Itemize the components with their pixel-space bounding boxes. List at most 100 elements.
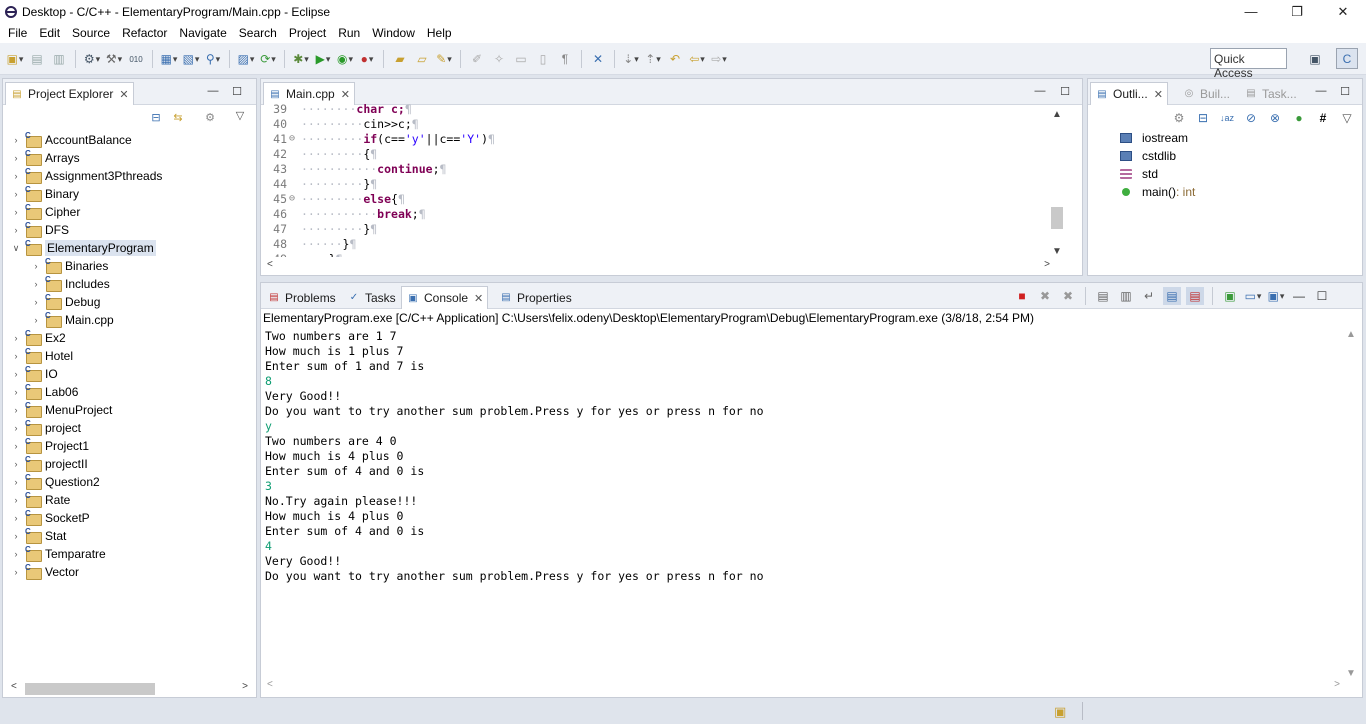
tree-item[interactable]: › Hotel [9,347,162,365]
minimize-view-icon[interactable]: — [1033,85,1047,97]
tree-item[interactable]: ∨ ElementaryProgram [9,239,162,257]
scroll-left-icon[interactable]: < [267,259,273,270]
tab-problems[interactable]: ▤ Problems [263,286,340,309]
pin-console-icon[interactable]: ▣ [1221,287,1239,305]
code-line[interactable]: 47 ·········} ¶ [261,221,1052,236]
menu-window[interactable]: Window [366,26,421,40]
show-on-output-icon[interactable]: ▤ [1163,287,1181,305]
external-tools-icon[interactable]: ● [358,50,376,68]
code-line[interactable]: 48 ······} ¶ [261,236,1052,251]
fold-toggle-icon[interactable]: ⊖ [289,133,301,144]
outline-collapse-icon[interactable]: ⊟ [1194,109,1212,127]
collapse-all-icon[interactable]: ⊟ [149,111,163,124]
view-menu-icon[interactable]: ▽ [1338,109,1356,127]
code-line[interactable]: 43 ··········· continue; ¶ [261,161,1052,176]
word-wrap-icon[interactable]: ▯ [534,50,552,68]
editor-horizontal-scrollbar[interactable]: < > [265,259,1052,273]
tree-item[interactable]: › IO [9,365,162,383]
chevron-right-icon[interactable]: › [9,477,23,487]
new-icon[interactable]: ▣ [6,50,24,68]
chevron-right-icon[interactable]: › [9,423,23,433]
tree-item[interactable]: › Temparatre [9,545,162,563]
menu-file[interactable]: File [2,26,33,40]
menu-project[interactable]: Project [283,26,332,40]
tree-item[interactable]: › Lab06 [9,383,162,401]
chevron-right-icon[interactable]: › [9,351,23,361]
scroll-up-icon[interactable]: ▲ [1346,329,1356,340]
close-icon[interactable]: ✕ [341,88,350,101]
filters-icon[interactable]: ⚙ [203,111,217,124]
chevron-right-icon[interactable]: › [29,315,43,325]
chevron-right-icon[interactable]: › [9,549,23,559]
scroll-down-icon[interactable]: ▼ [1346,668,1356,679]
tree-item[interactable]: › AccountBalance [9,131,162,149]
chevron-right-icon[interactable]: › [9,207,23,217]
minimize-view-icon[interactable]: — [1314,85,1328,97]
scrollbar-thumb[interactable] [25,683,155,695]
chevron-right-icon[interactable]: › [9,441,23,451]
close-icon[interactable]: ✕ [119,88,128,101]
save-icon[interactable]: ▤ [28,50,46,68]
chevron-right-icon[interactable]: › [9,531,23,541]
menu-search[interactable]: Search [233,26,283,40]
menu-source[interactable]: Source [66,26,116,40]
scroll-up-icon[interactable]: ▲ [1052,109,1062,120]
maximize-view-icon[interactable]: ☐ [230,85,244,98]
tree-item[interactable]: › Vector [9,563,162,581]
scroll-right-icon[interactable]: > [242,681,248,692]
chevron-right-icon[interactable]: › [9,189,23,199]
tab-tasks[interactable]: ✓ Tasks [343,286,400,309]
block-selection-icon[interactable]: ▭ [512,50,530,68]
tree-item[interactable]: › Debug [9,293,162,311]
scroll-left-icon[interactable]: < [11,681,17,692]
refresh-icon[interactable]: ⟳ [259,50,277,68]
display-console-icon[interactable]: ▭ [1244,287,1262,305]
link-with-editor-icon[interactable]: ⇆ [171,111,185,124]
tree-item[interactable]: › MenuProject [9,401,162,419]
tree-item[interactable]: › Arrays [9,149,162,167]
remove-launch-icon[interactable]: ✖ [1036,287,1054,305]
hide-non-public-icon[interactable]: ● [1290,109,1308,127]
hide-fields-icon[interactable]: ⊘ [1242,109,1260,127]
tree-item[interactable]: › Stat [9,527,162,545]
tab-outline[interactable]: ▤ Outli... ✕ [1090,82,1168,105]
mark-occurrences-icon[interactable]: ✧ [490,50,508,68]
code-editor[interactable]: 39 ········ char c; ¶ 40 ········· cin>>c; ¶ 41 ⊖… [261,101,1052,258]
build-icon[interactable]: ⚒ [105,50,123,68]
chevron-right-icon[interactable]: › [9,153,23,163]
scroll-right-icon[interactable]: > [1334,679,1340,690]
outline-item[interactable]: std [1120,165,1195,183]
status-icon[interactable]: ▣ [1054,704,1066,720]
hide-static-icon[interactable]: ⊗ [1266,109,1284,127]
tab-project-explorer[interactable]: ▤ Project Explorer ✕ [5,82,134,105]
chevron-right-icon[interactable]: › [9,171,23,181]
maximize-view-icon[interactable]: ☐ [1338,85,1352,98]
scroll-down-icon[interactable]: ▼ [1052,246,1062,257]
tree-item[interactable]: › Binary [9,185,162,203]
chevron-right-icon[interactable]: › [9,459,23,469]
tab-console[interactable]: ▣ Console ✕ [401,286,489,309]
word-wrap-icon[interactable]: ↵ [1140,287,1158,305]
minimize-view-icon[interactable]: — [1290,287,1308,305]
save-all-icon[interactable]: ▥ [50,50,68,68]
menu-help[interactable]: Help [421,26,458,40]
tree-item[interactable]: › SocketP [9,509,162,527]
open-perspective-icon[interactable]: ▣ [1304,48,1326,69]
chevron-right-icon[interactable]: › [9,225,23,235]
menu-edit[interactable]: Edit [33,26,66,40]
chevron-right-icon[interactable]: › [9,369,23,379]
back-icon[interactable]: ⇦ [688,50,706,68]
binary-icon[interactable]: 010 [127,50,145,68]
outline-item[interactable]: iostream [1120,129,1195,147]
search-icon[interactable]: ⚲ [204,50,222,68]
tab-build-targets[interactable]: ◎ Buil... [1178,82,1234,105]
code-line[interactable]: 45 ⊖ ········· else{¶ [261,191,1052,206]
minimize-view-icon[interactable]: — [206,85,220,97]
open-console-icon[interactable]: ▣ [1267,287,1285,305]
close-window-button[interactable]: ✕ [1320,0,1366,23]
outline-item[interactable]: cstdlib [1120,147,1195,165]
next-annotation-icon[interactable]: ⇣ [622,50,640,68]
chevron-right-icon[interactable]: › [9,405,23,415]
tab-task-list[interactable]: ▤ Task... [1240,82,1301,105]
menu-refactor[interactable]: Refactor [116,26,173,40]
